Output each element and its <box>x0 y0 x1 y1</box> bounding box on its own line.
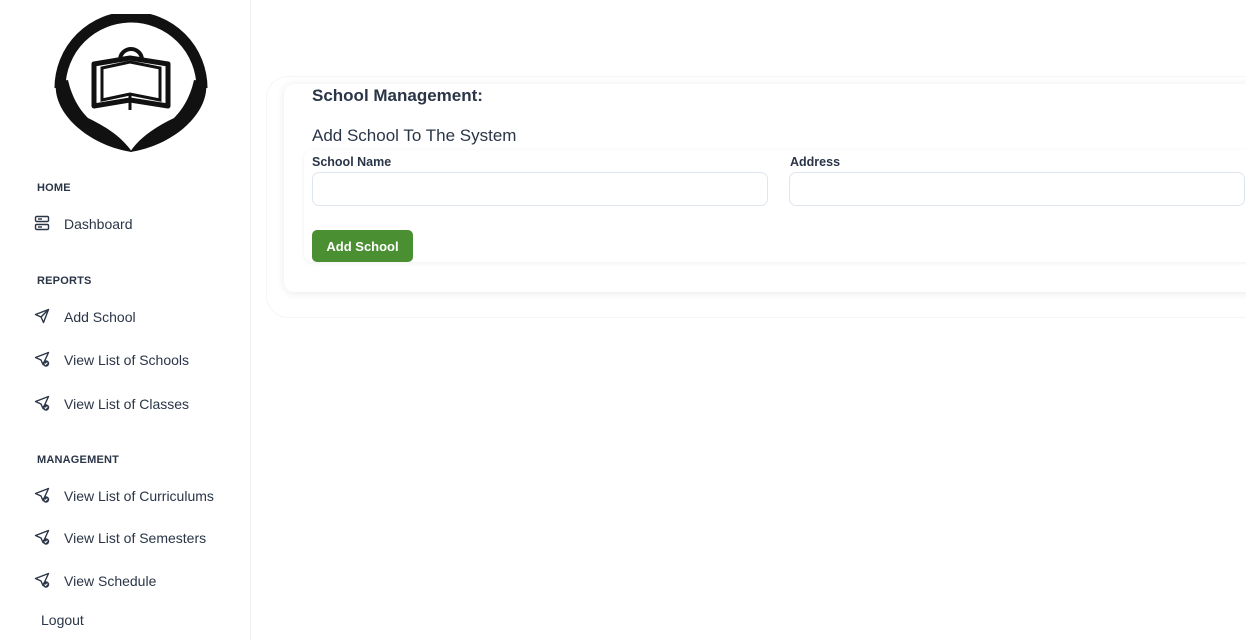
sidebar-item-label: View Schedule <box>64 573 157 589</box>
add-school-form <box>304 150 1246 262</box>
card-title: School Management: <box>312 86 483 105</box>
logout-link[interactable]: Logout <box>41 612 84 628</box>
address-label: Address <box>790 155 841 169</box>
sidebar-item-dashboard[interactable]: Dashboard <box>34 213 133 235</box>
sidebar-item-label: Add School <box>64 309 136 325</box>
sidebar-item-label: View List of Classes <box>64 396 190 412</box>
form-title: Add School To The System <box>312 126 517 145</box>
send-check-icon <box>34 572 52 590</box>
send-icon <box>34 308 52 326</box>
sidebar-item-view-schedule[interactable]: View Schedule <box>34 570 156 592</box>
section-title-reports: REPORTS <box>37 275 92 287</box>
sidebar-item-view-semesters[interactable]: View List of Semesters <box>34 527 206 549</box>
sidebar-item-add-school[interactable]: Add School <box>34 306 136 328</box>
server-icon <box>34 215 52 233</box>
send-check-icon <box>34 395 52 413</box>
section-title-home: HOME <box>37 182 71 194</box>
sidebar-item-view-classes[interactable]: View List of Classes <box>34 393 189 415</box>
sidebar-item-label: View List of Schools <box>64 352 190 368</box>
sidebar-item-label: Dashboard <box>64 216 133 232</box>
sidebar: HOME Dashboard REPORTS Add School View L… <box>0 0 251 640</box>
section-title-management: MANAGEMENT <box>37 454 120 466</box>
logo-icon <box>54 14 208 152</box>
address-input[interactable] <box>789 172 1245 206</box>
send-check-icon <box>34 351 52 369</box>
sidebar-item-view-schools[interactable]: View List of Schools <box>34 349 189 371</box>
sidebar-item-label: View List of Curriculums <box>64 488 214 504</box>
school-name-label: School Name <box>312 155 392 169</box>
send-check-icon <box>34 487 52 505</box>
school-name-input[interactable] <box>312 172 768 206</box>
sidebar-item-view-curriculums[interactable]: View List of Curriculums <box>34 485 214 507</box>
sidebar-item-label: View List of Semesters <box>64 530 207 546</box>
send-check-icon <box>34 529 52 547</box>
add-school-button[interactable]: Add School <box>312 230 413 262</box>
